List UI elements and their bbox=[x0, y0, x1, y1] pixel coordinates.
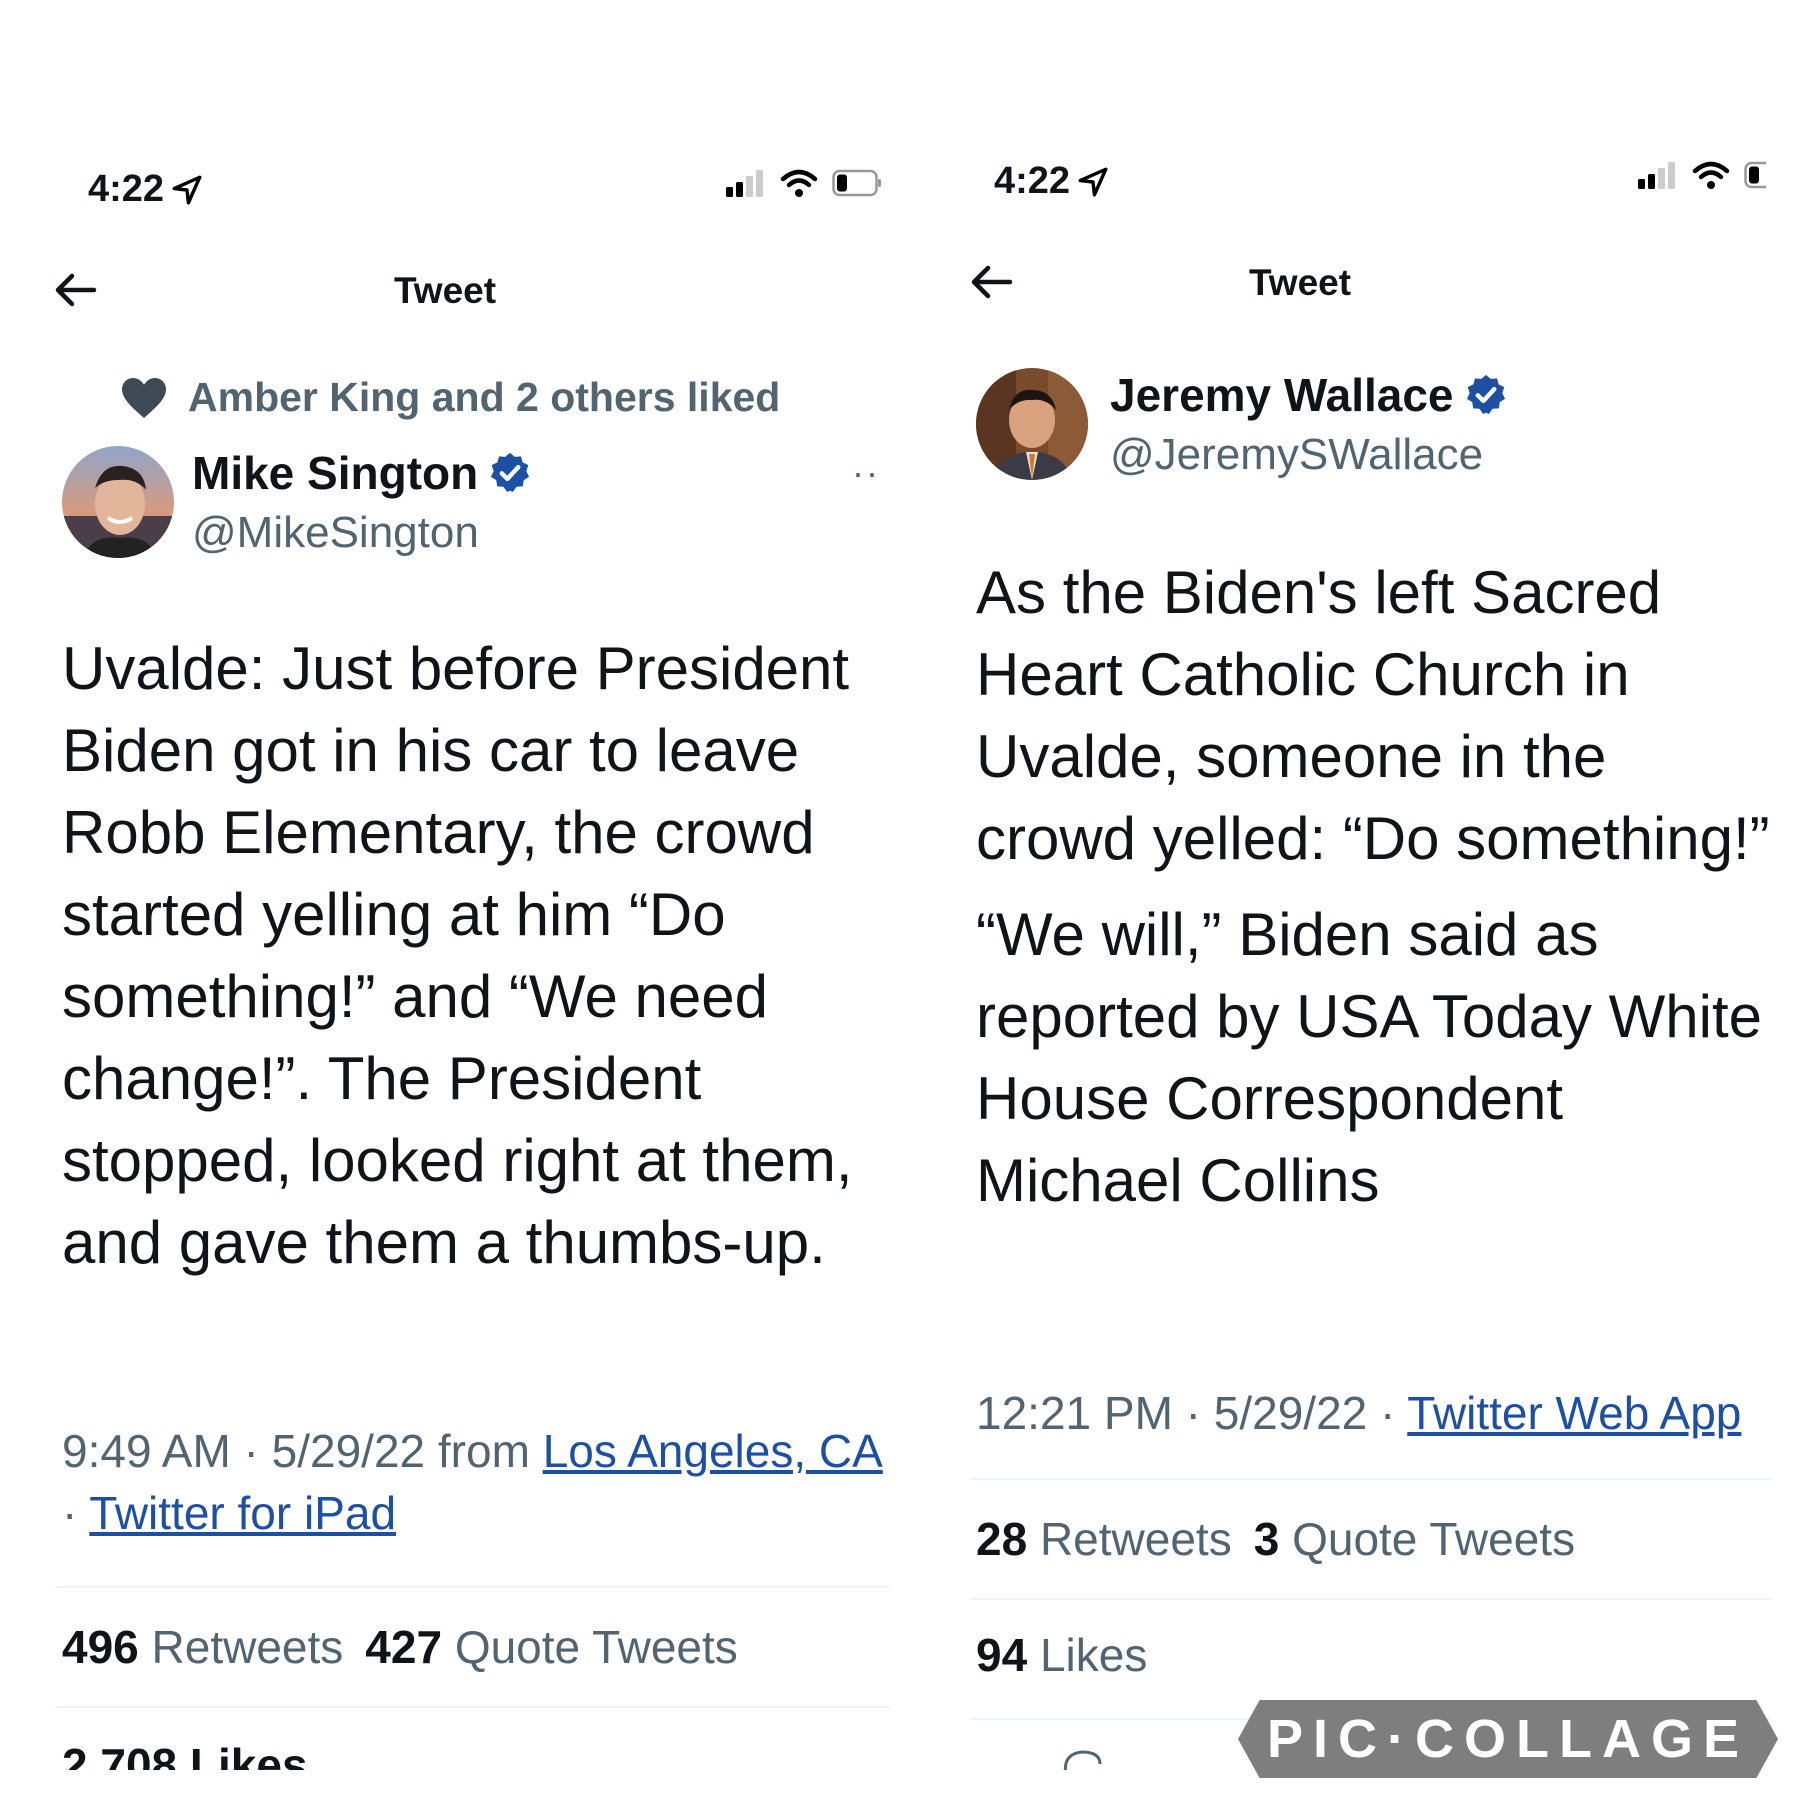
likes-stat-partial[interactable]: 2,708 Likes bbox=[62, 1738, 308, 1770]
divider bbox=[970, 1598, 1770, 1600]
quote-tweets-count: 427 bbox=[365, 1621, 443, 1673]
tweet-stats: 28 Retweets 3 Quote Tweets bbox=[976, 1512, 1575, 1566]
nav-bar: Tweet bbox=[0, 260, 890, 330]
page-title: Tweet bbox=[1248, 262, 1352, 303]
tweet-text-paragraph: “We will,” Biden said as reported by USA… bbox=[976, 901, 1762, 1214]
tweet-meta: 12:21 PM · 5/29/22 · Twitter Web App bbox=[976, 1382, 1741, 1444]
location-arrow-icon bbox=[1078, 167, 1108, 196]
status-time: 4:22 bbox=[88, 168, 165, 210]
wifi-icon bbox=[1692, 161, 1730, 189]
divider bbox=[55, 1586, 890, 1588]
likes-partial: 2,708 Likes bbox=[62, 1739, 308, 1770]
status-bar: 4:22 bbox=[910, 142, 1770, 222]
divider bbox=[55, 1706, 890, 1708]
author-name-label: Mike Sington bbox=[192, 447, 479, 499]
quote-tweets-stat[interactable]: 427 Quote Tweets bbox=[365, 1620, 738, 1674]
author-name-label: Jeremy Wallace bbox=[1110, 369, 1454, 421]
likes-count: 94 bbox=[976, 1629, 1028, 1681]
tweet-stats: 496 Retweets 427 Quote Tweets bbox=[62, 1620, 738, 1674]
status-bar: 4:22 bbox=[0, 150, 890, 230]
avatar-photo bbox=[976, 368, 1088, 480]
status-time: 4:22 bbox=[994, 160, 1071, 202]
likes-stat[interactable]: 94 Likes bbox=[976, 1628, 1147, 1682]
avatar[interactable] bbox=[62, 446, 174, 558]
divider bbox=[970, 1478, 1770, 1480]
source-link[interactable]: Twitter Web App bbox=[1407, 1387, 1741, 1439]
location-arrow-icon bbox=[172, 175, 202, 204]
page-title: Tweet bbox=[393, 270, 497, 311]
retweets-stat[interactable]: 28 Retweets bbox=[976, 1512, 1232, 1566]
tweet-timestamp: 12:21 PM · 5/29/22 · bbox=[976, 1387, 1408, 1439]
battery-icon bbox=[1744, 161, 1766, 189]
avatar-photo bbox=[62, 446, 174, 558]
author-name[interactable]: Mike Sington bbox=[192, 446, 532, 500]
verified-badge-icon bbox=[491, 452, 530, 492]
location-link[interactable]: Los Angeles, CA bbox=[543, 1425, 883, 1477]
tweet-text-paragraph: As the Biden's left Sacred Heart Catholi… bbox=[976, 559, 1770, 872]
quote-tweets-stat[interactable]: 3 Quote Tweets bbox=[1254, 1512, 1575, 1566]
quote-tweets-label: Quote Tweets bbox=[1292, 1513, 1576, 1565]
social-context[interactable]: Amber King and 2 others liked bbox=[120, 374, 780, 421]
signal-icon bbox=[726, 170, 763, 197]
source-link[interactable]: Twitter for iPad bbox=[89, 1487, 396, 1539]
meta-separator: · bbox=[62, 1487, 90, 1539]
author-handle[interactable]: @JeremySWallace bbox=[1110, 430, 1483, 480]
battery-icon bbox=[832, 169, 881, 197]
quote-tweets-label: Quote Tweets bbox=[454, 1621, 738, 1673]
tweet-timestamp: 9:49 AM · 5/29/22 from bbox=[62, 1425, 543, 1477]
right-tweet-screenshot: 4:22 Tweet Jeremy Wallace @JeremySWallac… bbox=[910, 0, 1770, 1770]
heart-icon bbox=[122, 377, 166, 418]
retweets-stat[interactable]: 496 Retweets bbox=[62, 1620, 343, 1674]
author-name[interactable]: Jeremy Wallace bbox=[1110, 368, 1508, 422]
likes-label: Likes bbox=[1039, 1629, 1148, 1681]
avatar[interactable] bbox=[976, 368, 1088, 480]
retweets-label: Retweets bbox=[151, 1621, 344, 1673]
tweet-text: Uvalde: Just before President Biden got … bbox=[62, 635, 853, 1276]
signal-icon bbox=[1638, 162, 1675, 189]
retweets-count: 28 bbox=[976, 1513, 1028, 1565]
social-context-label: Amber King and 2 others liked bbox=[188, 374, 781, 420]
retweets-count: 496 bbox=[62, 1621, 139, 1673]
reply-icon[interactable] bbox=[1060, 1748, 1104, 1770]
quote-tweets-count: 3 bbox=[1253, 1513, 1280, 1565]
tweet-meta: 9:49 AM · 5/29/22 from Los Angeles, CA ·… bbox=[62, 1420, 883, 1544]
pic-collage-watermark: PIC·COLLAGE bbox=[1238, 1700, 1778, 1778]
wifi-icon bbox=[780, 169, 818, 197]
verified-badge-icon bbox=[1466, 374, 1505, 414]
tweet-text: As the Biden's left Sacred Heart Catholi… bbox=[976, 552, 1770, 1222]
left-tweet-screenshot: 4:22 Tweet Amber King and 2 others liked… bbox=[0, 0, 890, 1770]
author-handle[interactable]: @MikeSington bbox=[192, 508, 479, 558]
more-options-icon[interactable]: ·· bbox=[852, 452, 880, 494]
retweets-label: Retweets bbox=[1039, 1513, 1232, 1565]
nav-bar: Tweet bbox=[910, 252, 1770, 322]
